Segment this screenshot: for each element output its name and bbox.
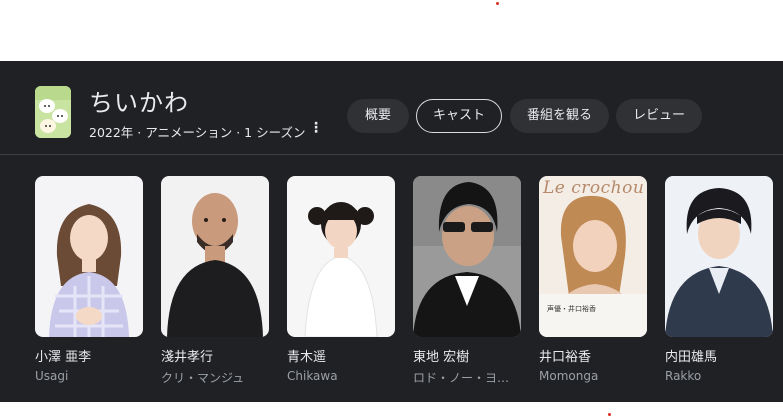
cast-card[interactable]: 青木遥 Chikawa [287, 176, 395, 383]
cast-name: 淺井孝行 [161, 350, 214, 365]
cast-photo [287, 176, 395, 337]
cast-card[interactable]: 内田雄馬 Rakko [665, 176, 773, 383]
knowledge-panel: ちいかわ 2022年 · アニメーション · 1 シーズン ⋮ 概要 キャスト … [0, 61, 783, 402]
cast-role: Momonga [539, 369, 599, 383]
red-dot-top [496, 2, 499, 5]
tab-reviews[interactable]: レビュー [616, 99, 702, 133]
cast-photo [161, 176, 269, 337]
cast-role: ロド・ノー・ヨ… [413, 371, 510, 385]
cast-card[interactable]: 淺井孝行 クリ・マンジュ [161, 176, 269, 386]
cast-name: 井口裕香 [539, 350, 592, 365]
cast-photo [413, 176, 521, 337]
tab-watch[interactable]: 番組を観る [510, 99, 609, 133]
book-cover-caption: 声優・井口裕香 [547, 305, 596, 313]
cast-role: Rakko [665, 369, 702, 383]
cast-role: Usagi [35, 369, 69, 383]
cast-card[interactable]: 小澤 亜李 Usagi [35, 176, 143, 383]
cast-name: 小澤 亜李 [35, 350, 92, 365]
cast-card[interactable]: Le crochou 声優・井口裕香 井口裕香 Momonga [539, 176, 647, 383]
cast-card[interactable]: 東地 宏樹 ロド・ノー・ヨ… [413, 176, 521, 386]
show-title: ちいかわ [89, 89, 189, 117]
cast-name: 東地 宏樹 [413, 350, 470, 365]
cast-photo: Le crochou 声優・井口裕香 [539, 176, 647, 337]
show-thumbnail[interactable] [35, 86, 71, 138]
cast-name: 青木遥 [287, 350, 327, 365]
more-vert-icon[interactable]: ⋮ [309, 119, 323, 137]
cast-name: 内田雄馬 [665, 350, 718, 365]
cast-role: Chikawa [287, 369, 338, 383]
red-dot-bottom [608, 413, 611, 416]
divider [0, 154, 783, 155]
book-cover-title: Le crochou [543, 178, 645, 198]
show-subtitle: 2022年 · アニメーション · 1 シーズン [89, 125, 306, 140]
tab-overview[interactable]: 概要 [347, 99, 409, 133]
tab-cast[interactable]: キャスト [416, 99, 502, 133]
cast-photo [35, 176, 143, 337]
cast-role: クリ・マンジュ [161, 371, 245, 385]
cast-photo [665, 176, 773, 337]
